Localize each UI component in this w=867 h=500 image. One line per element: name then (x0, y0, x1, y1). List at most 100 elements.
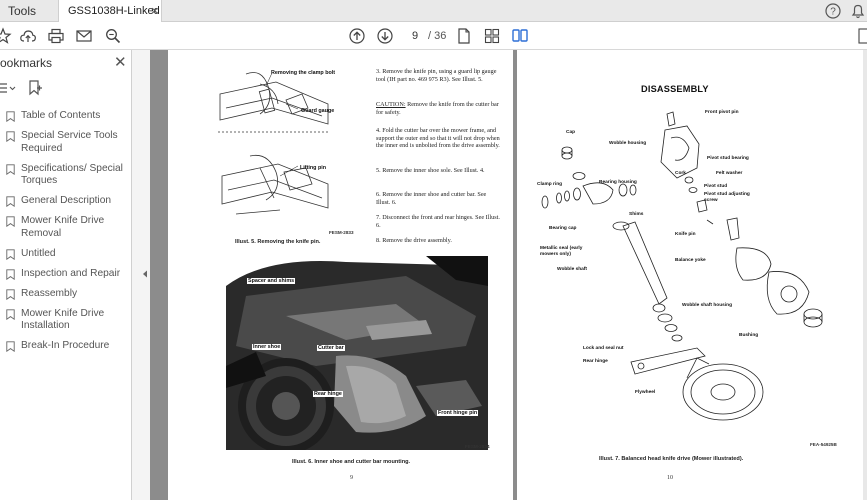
bookmark-label: Mower Knife Drive Installation (21, 307, 105, 332)
bookmark-item[interactable]: General Description (0, 195, 132, 208)
illust-7-caption: Illust. 7. Balanced head knife drive (Mo… (599, 456, 744, 462)
tab-document[interactable]: GSS1038H-Linked p... (58, 0, 162, 39)
bookmark-item[interactable]: Mower Knife Drive Removal (0, 215, 132, 240)
bookmark-icon (6, 268, 15, 280)
page-number-input[interactable] (402, 27, 428, 45)
bookmark-item[interactable]: Specifications/ Special Torques (0, 163, 132, 188)
bookmark-icon (6, 288, 15, 300)
bookmark-icon (6, 308, 15, 320)
bookmark-icon (6, 248, 15, 260)
label-metallic-seal: Metallic seal (early mowers only) (540, 246, 583, 257)
bookmark-item[interactable]: Untitled (0, 248, 132, 261)
pdf-page-9: Removing the clamp bolt Guard gauge Lift… (168, 50, 513, 500)
step-7: 7. Disconnect the front and rear hinges.… (376, 214, 500, 229)
bookmark-icon (6, 163, 15, 175)
step-3: 3. Remove the knife pin, using a guard l… (376, 68, 497, 83)
bookmarks-title: ookmarks (0, 56, 53, 70)
bookmark-item[interactable]: Special Service Tools Required (0, 130, 132, 155)
label-front-pivot-pin: Front pivot pin (705, 110, 739, 115)
bookmark-item[interactable]: Table of Contents (0, 110, 132, 123)
add-bookmark-icon[interactable] (26, 79, 44, 97)
two-page-view-icon[interactable] (511, 27, 529, 45)
bookmark-icon (6, 216, 15, 227)
bookmark-label: Break-In Procedure (21, 340, 110, 351)
upload-cloud-icon[interactable] (19, 27, 37, 45)
bookmark-list: Table of Contents Special Service Tools … (0, 110, 132, 360)
label-cork: Cork (675, 171, 686, 176)
bookmark-label: Table of Contents (21, 110, 101, 121)
pdf-page-10: DISASSEMBLY Front pivot pin Cap Wobble h… (517, 50, 863, 500)
bookmark-label: Reassembly (21, 287, 78, 299)
label-pivot-stud-bearing: Pivot stud bearing (707, 156, 749, 161)
label-spacer-shims: Spacer and shims (247, 278, 296, 284)
label-pivot-stud-adjusting-screw: Pivot stud adjusting screw (704, 192, 750, 203)
label-bushing: Bushing (739, 333, 759, 338)
label-lock-seal-nut: Lock and seal nut (583, 346, 624, 351)
bookmark-icon (6, 111, 15, 122)
tab-bar: Tools GSS1038H-Linked p... × ? (0, 0, 867, 39)
search-zoom-icon[interactable] (104, 27, 122, 45)
tab-close-icon[interactable]: × (151, 0, 159, 21)
label-wobble-housing: Wobble housing (609, 141, 647, 146)
step-6: 6. Remove the inner shoe and cutter bar.… (376, 191, 487, 206)
bookmarks-panel: ookmarks ✕ Table of Contents Special Ser… (0, 50, 132, 500)
caution-note: CAUTION: Remove the knife from the cutte… (376, 101, 500, 116)
single-page-view-icon[interactable] (455, 27, 473, 45)
options-menu-icon[interactable] (0, 80, 19, 96)
email-icon[interactable] (75, 27, 93, 45)
svg-text:?: ? (830, 7, 836, 18)
vertical-scrollbar[interactable] (863, 50, 867, 500)
bookmark-item[interactable]: Reassembly (0, 288, 132, 301)
tab-tools[interactable]: Tools (0, 0, 44, 22)
bookmark-label: Specifications/ Special Torques (21, 162, 123, 187)
bookmark-item[interactable]: Break-In Procedure (0, 340, 132, 353)
bookmark-item[interactable]: Inspection and Repair (0, 268, 132, 281)
step-5: 5. Remove the inner shoe sole. See Illus… (376, 167, 485, 174)
bookmark-item[interactable]: Mower Knife Drive Installation (0, 308, 132, 333)
bookmark-label: General Description (21, 195, 112, 206)
label-cap: Cap (566, 130, 576, 135)
page-number: 9 (350, 475, 353, 481)
label-rear-hinge: Rear hinge (583, 359, 608, 364)
scrolling-view-icon[interactable] (483, 27, 501, 45)
toolbar: / 36 (0, 22, 867, 50)
bookmark-label: Special Service Tools Required (21, 130, 118, 154)
bookmark-icon (6, 131, 15, 142)
next-page-icon[interactable] (376, 27, 394, 45)
notifications-bell-icon[interactable] (849, 2, 867, 20)
illust-5-caption: Illust. 5. Removing the knife pin. (235, 239, 321, 245)
caution-label: CAUTION: (376, 101, 406, 108)
label-inner-shoe: Inner shoe (252, 344, 282, 350)
close-icon[interactable]: ✕ (114, 53, 127, 71)
previous-page-icon[interactable] (348, 27, 366, 45)
label-flywheel: Flywheel (635, 390, 656, 395)
help-icon[interactable]: ? (824, 2, 842, 20)
bookmark-label: Inspection and Repair (21, 267, 121, 279)
step-8: 8. Remove the drive assembly. (376, 237, 452, 244)
figure-code: FEA-54925B (810, 442, 837, 447)
label-cutter-bar: Cutter bar (317, 345, 345, 351)
label-front-hinge-pin: Front hinge pin (437, 410, 479, 416)
bookmark-label: Mower Knife Drive Removal (21, 215, 105, 239)
overflow-icon[interactable] (857, 27, 867, 45)
collapse-panel-icon[interactable] (142, 270, 148, 278)
label-pivot-stud: Pivot stud (704, 184, 728, 189)
bookmark-tools (0, 80, 60, 98)
page-number: 10 (667, 475, 673, 481)
print-icon[interactable] (47, 27, 65, 45)
label-knife-pin: Knife pin (675, 232, 696, 237)
bookmark-label: Untitled (21, 247, 56, 259)
star-bookmark-icon[interactable] (0, 27, 12, 45)
illust-6-caption: Illust. 6. Inner shoe and cutter bar mou… (292, 459, 411, 465)
bookmark-icon (6, 341, 15, 352)
label-rear-hinge: Rear hinge (313, 391, 343, 397)
step-4: 4. Fold the cutter bar over the mower fr… (376, 127, 500, 150)
disassembly-heading: DISASSEMBLY (641, 84, 709, 94)
figure-code: FESM-2833 (329, 230, 354, 235)
label-wobble-shaft: Wobble shaft (557, 267, 588, 272)
label-clamp-ring: Clamp ring (537, 182, 563, 187)
label-lifting-pin: Lifting pin (300, 165, 327, 171)
inner-shoe-photo (226, 256, 488, 450)
label-clamp-bolt: Removing the clamp bolt (271, 70, 336, 76)
bookmark-icon (6, 196, 15, 207)
